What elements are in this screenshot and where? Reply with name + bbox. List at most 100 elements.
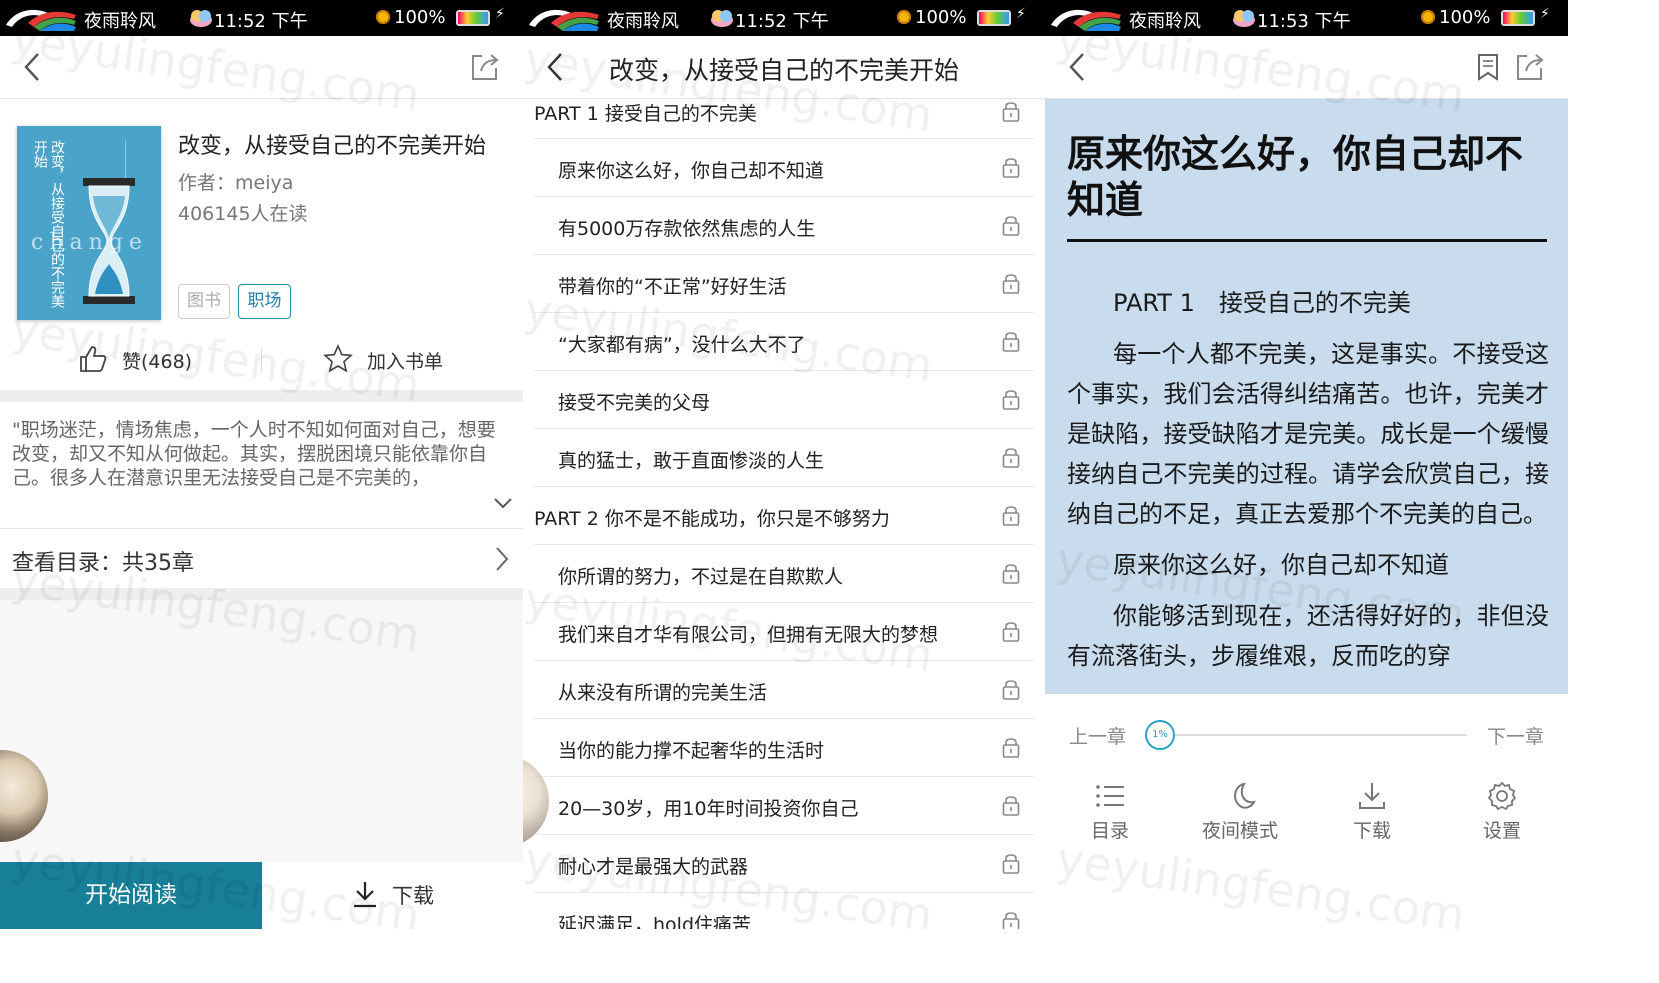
download-label: 下载 — [1352, 820, 1391, 842]
battery-icon — [1501, 10, 1535, 26]
back-icon[interactable] — [18, 50, 48, 84]
night-mode-button[interactable]: 夜间模式 — [1185, 780, 1295, 850]
book-description: "职场迷茫，情场焦虑，一个人时不知如何面对自己，想要改变，却又不知从何做起。其实… — [12, 419, 496, 489]
progress-slider[interactable] — [1161, 734, 1467, 736]
lock-icon — [1002, 448, 1020, 468]
heading-rule — [1067, 239, 1547, 242]
divider — [261, 348, 262, 372]
status-bar: 夜雨聆风 11:52 下午 100% ⚡ — [523, 0, 1045, 36]
reader-header — [1045, 36, 1568, 99]
chapter-row[interactable]: “大家都有病”，没什么大不了 — [534, 313, 1034, 371]
chapter-title: 带着你的“不正常”好好生活 — [558, 276, 787, 298]
paragraph: 原来你这么好，你自己却不知道 — [1113, 551, 1449, 579]
lock-icon — [1002, 332, 1020, 352]
action-row: 赞(468) 加入书单 — [0, 334, 523, 386]
weather-cloud-icon — [711, 10, 733, 27]
share-icon[interactable] — [1514, 52, 1544, 82]
paragraph: 每一个人都不完美，这是事实。不接受这个事实，我们会活得纠结痛苦。也许，完美才是缺… — [1067, 340, 1549, 528]
settings-button[interactable]: 设置 — [1447, 780, 1557, 850]
add-to-shelf-label[interactable]: 加入书单 — [367, 347, 443, 374]
chapter-title: PART 2 你不是不能成功，你只是不够努力 — [534, 508, 890, 530]
lock-icon — [1002, 912, 1020, 929]
app-logo-icon — [6, 9, 76, 31]
start-reading-button[interactable]: 开始阅读 — [0, 862, 262, 929]
chapter-row[interactable]: 真的猛士，敢于直面惨淡的人生 — [534, 429, 1034, 487]
catalog-button[interactable]: 目录 — [1055, 780, 1165, 850]
status-time: 11:53 下午 — [1257, 11, 1351, 32]
battery-icon — [977, 10, 1011, 26]
lock-icon — [1002, 622, 1020, 642]
chevron-down-icon[interactable] — [492, 496, 514, 510]
download-icon — [1359, 783, 1385, 809]
lock-icon — [1002, 854, 1020, 874]
chapter-title: PART 1 接受自己的不完美 — [534, 103, 757, 125]
brightness-icon — [897, 10, 911, 24]
brightness-icon — [376, 10, 390, 24]
chapter-row[interactable]: 我们来自才华有限公司，但拥有无限大的梦想 — [534, 603, 1034, 661]
chapter-title: 接受不完美的父母 — [558, 392, 711, 414]
back-icon[interactable] — [541, 50, 571, 84]
chapter-row[interactable]: 从来没有所谓的完美生活 — [534, 661, 1034, 719]
chapter-row[interactable]: 延迟满足，hold住痛苦 — [534, 893, 1034, 929]
book-readers-count: 406145人在读 — [178, 203, 308, 225]
chapter-row[interactable]: 你所谓的努力，不过是在自欺欺人 — [534, 545, 1034, 603]
battery-level: 100% — [915, 7, 967, 28]
star-icon[interactable] — [323, 344, 353, 374]
chapter-title: 延迟满足，hold住痛苦 — [558, 914, 752, 929]
chapter-row[interactable]: 当你的能力撑不起奢华的生活时 — [534, 719, 1034, 777]
chapter-title: 我们来自才华有限公司，但拥有无限大的梦想 — [558, 624, 939, 646]
chapter-title: “大家都有病”，没什么大不了 — [558, 334, 806, 356]
weather-cloud-icon — [1233, 10, 1255, 27]
catalog-header: 改变，从接受自己的不完美开始 — [523, 36, 1045, 99]
lock-icon — [1002, 390, 1020, 410]
chapter-part-row[interactable]: PART 1 接受自己的不完美 — [534, 99, 1034, 139]
chapter-heading: 原来你这么好，你自己却不知道 — [1067, 132, 1524, 222]
reader-controls: 上一章 1% 下一章 目录 夜间模式 下载 设置 — [1045, 694, 1568, 929]
lock-icon — [1002, 680, 1020, 700]
chapter-row[interactable]: 20—30岁，用10年时间投资你自己 — [534, 777, 1034, 835]
status-app-name: 夜雨聆风 — [607, 11, 679, 32]
tag-workplace[interactable]: 职场 — [238, 284, 291, 319]
reader-download-button[interactable]: 下载 — [1317, 780, 1427, 850]
chapter-part-row[interactable]: PART 2 你不是不能成功，你只是不够努力 — [534, 487, 1034, 545]
chapter-list: PART 1 接受自己的不完美原来你这么好，你自己却不知道 有5000万存款依然焦… — [523, 99, 1045, 929]
download-icon — [354, 882, 376, 908]
status-bar: 夜雨聆风 11:53 下午 100% ⚡ — [1045, 0, 1568, 36]
settings-label: 设置 — [1482, 820, 1521, 842]
tag-book[interactable]: 图书 — [178, 284, 230, 319]
chapter-body: PART 1 接受自己的不完美 每一个人都不完美，这是事实。不接受这个事实，我们… — [1067, 283, 1549, 687]
cover-word: change — [31, 230, 148, 255]
progress-knob[interactable]: 1% — [1145, 720, 1175, 750]
share-icon[interactable] — [469, 52, 499, 82]
status-app-name: 夜雨聆风 — [84, 11, 156, 32]
book-cover[interactable]: 改变，从接受自己的不完美开始 change — [17, 126, 161, 320]
back-icon[interactable] — [1063, 50, 1093, 84]
bookmark-icon[interactable] — [1476, 52, 1500, 82]
chapter-row[interactable]: 原来你这么好，你自己却不知道 — [534, 139, 1034, 197]
settings-icon — [1487, 781, 1517, 811]
previous-chapter-button[interactable]: 上一章 — [1069, 722, 1126, 749]
weather-cloud-icon — [190, 10, 212, 27]
chapter-row[interactable]: 接受不完美的父母 — [534, 371, 1034, 429]
empty-content-area — [0, 600, 523, 862]
chapter-title: 耐心才是最强大的武器 — [558, 856, 749, 878]
chapter-row[interactable]: 耐心才是最强大的武器 — [534, 835, 1034, 893]
chapter-row[interactable]: 有5000万存款依然焦虑的人生 — [534, 197, 1034, 255]
view-catalog-row[interactable]: 查看目录：共35章 — [0, 528, 523, 588]
download-button[interactable]: 下载 — [262, 862, 523, 929]
moon-icon — [1234, 782, 1256, 809]
section-separator — [0, 588, 523, 600]
catalog-label: 目录 — [1090, 820, 1129, 842]
night-mode-label: 夜间模式 — [1201, 820, 1278, 842]
chapter-title: 从来没有所谓的完美生活 — [558, 682, 768, 704]
next-chapter-button[interactable]: 下一章 — [1487, 722, 1544, 749]
reader-content[interactable]: 原来你这么好，你自己却不知道 PART 1 接受自己的不完美 每一个人都不完美，… — [1045, 99, 1568, 694]
thumbs-up-icon[interactable] — [78, 344, 108, 374]
reader-panel: 夜雨聆风 11:53 下午 100% ⚡ 原来你这么好，你自己却不知道 PART… — [1045, 0, 1568, 929]
like-count[interactable]: 赞(468) — [122, 347, 192, 374]
chapter-title: 原来你这么好，你自己却不知道 — [558, 160, 825, 182]
chapter-title: 有5000万存款依然焦虑的人生 — [558, 218, 816, 240]
paragraph: PART 1 接受自己的不完美 — [1113, 289, 1411, 317]
paragraph: 你能够活到现在，还活得好好的，非但没有流落街头，步履维艰，反而吃的穿 — [1067, 602, 1549, 670]
chapter-row[interactable]: 带着你的“不正常”好好生活 — [534, 255, 1034, 313]
